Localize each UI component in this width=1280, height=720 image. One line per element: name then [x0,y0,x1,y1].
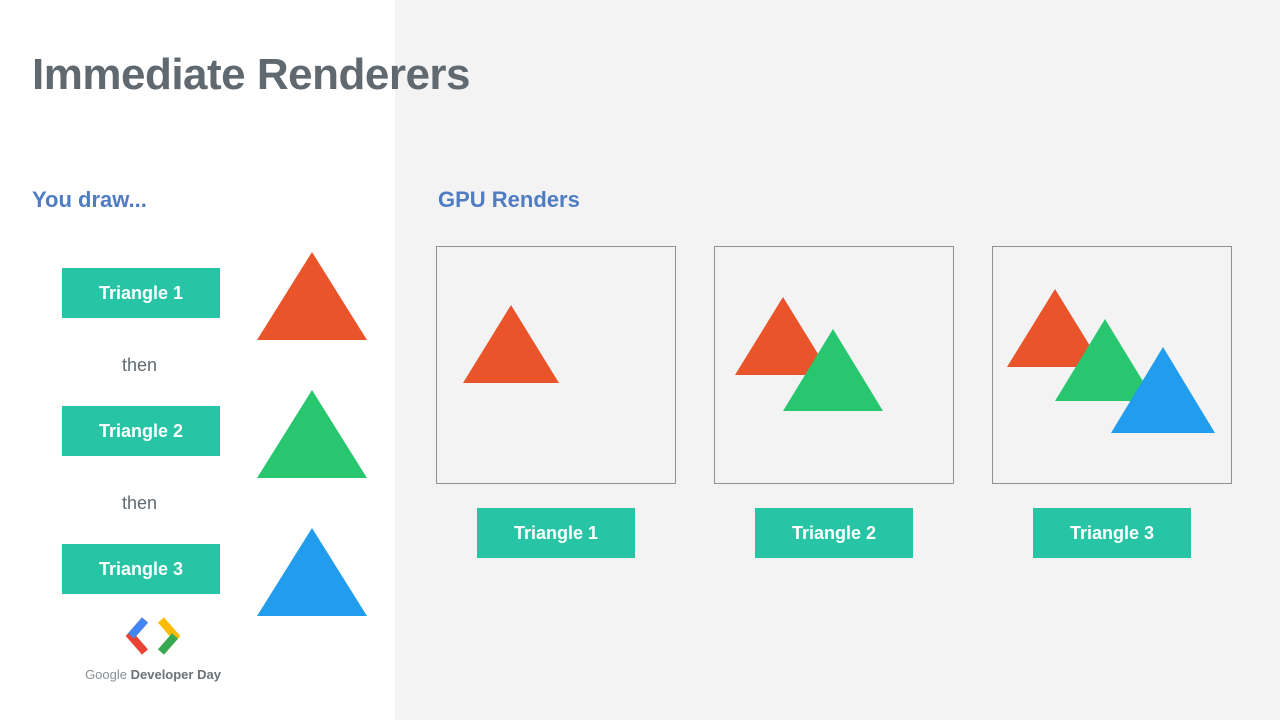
then-label: then [122,355,157,376]
slide-title: Immediate Renderers [32,50,470,100]
draw-step-pill: Triangle 3 [62,544,220,594]
draw-step-2: Triangle 2 [62,390,372,480]
you-draw-label: You draw... [32,187,147,213]
triangle-orange-icon [463,305,559,383]
draw-step-pill: Triangle 2 [62,406,220,456]
chevrons-icon [123,616,183,656]
render-step-pill: Triangle 1 [477,508,635,558]
gpu-renders-label: GPU Renders [438,187,580,213]
then-label: then [122,493,157,514]
draw-step-3: Triangle 3 [62,528,372,618]
google-developer-day-logo: Google Developer Day [68,616,238,682]
triangle-green-icon [783,329,883,411]
triangle-blue-icon [1111,347,1215,433]
triangle-blue-icon [252,528,372,618]
logo-text: Google Developer Day [68,667,238,682]
draw-step-1: Triangle 1 [62,252,372,342]
render-step-pill: Triangle 3 [1033,508,1191,558]
render-step-pill: Triangle 2 [755,508,913,558]
draw-step-pill: Triangle 1 [62,268,220,318]
render-box-2 [714,246,954,484]
triangle-orange-icon [252,252,372,342]
triangle-green-icon [252,390,372,480]
render-box-1 [436,246,676,484]
render-box-3 [992,246,1232,484]
